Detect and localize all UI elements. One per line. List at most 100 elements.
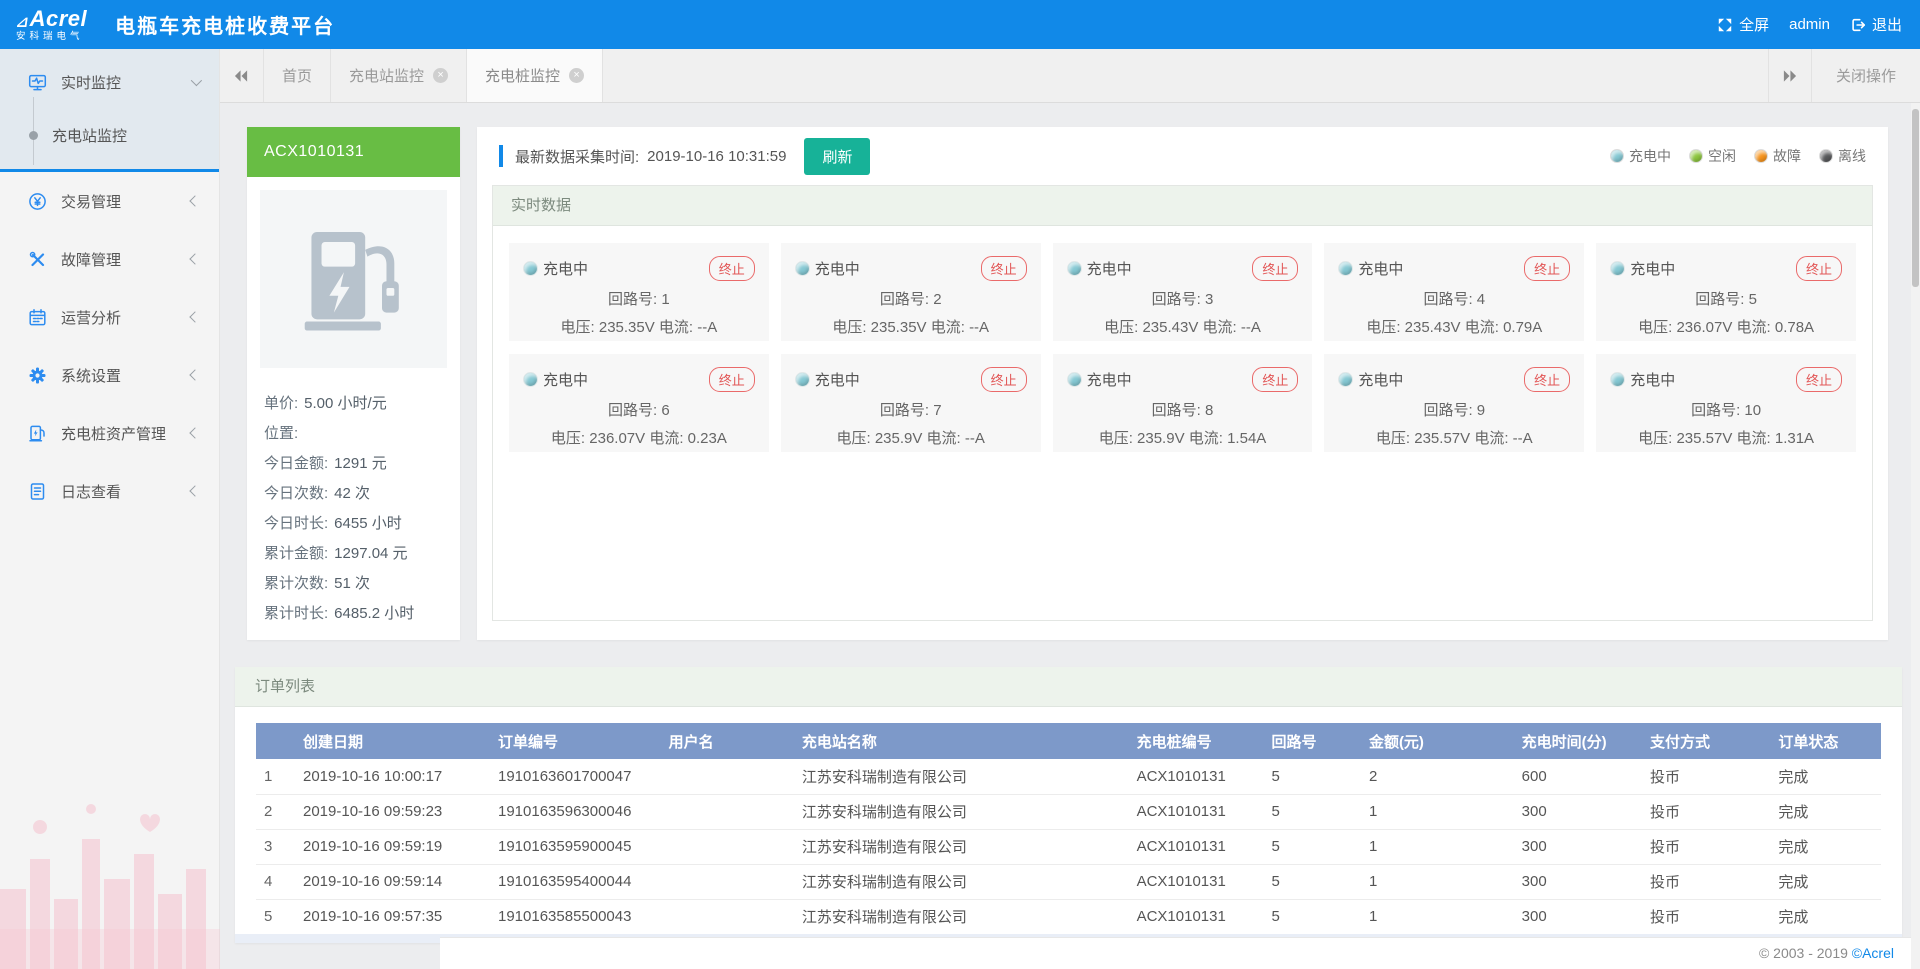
terminate-button[interactable]: 终止 bbox=[709, 256, 755, 281]
column-header: 充电站名称 bbox=[794, 723, 1129, 759]
acrel-logo: ⊿ Acrel 安科瑞电气 bbox=[16, 8, 87, 42]
tab-label: 首页 bbox=[282, 65, 312, 86]
app-root: ⊿ Acrel 安科瑞电气 电瓶车充电桩收费平台 全屏 admin bbox=[0, 0, 1920, 969]
tabs-scroll-left-button[interactable] bbox=[220, 49, 264, 102]
tab-close-icon[interactable]: × bbox=[569, 68, 584, 83]
blue-accent-bar bbox=[499, 145, 503, 167]
terminate-button[interactable]: 终止 bbox=[1252, 256, 1298, 281]
voltage-label: 电压: bbox=[1099, 430, 1133, 447]
voltage-label: 电压: bbox=[836, 430, 870, 447]
user-menu[interactable]: admin bbox=[1789, 16, 1830, 33]
circuit-status-label: 充电中 bbox=[543, 258, 588, 279]
refresh-button[interactable]: 刷新 bbox=[804, 138, 870, 175]
order-number: 1910163601700047 bbox=[490, 759, 661, 794]
legend-status-dot-icon bbox=[1754, 149, 1768, 163]
order-status: 完成 bbox=[1770, 794, 1881, 829]
order-status: 完成 bbox=[1770, 829, 1881, 864]
station-stats: 单价:5.00 小时/元 位置: 今日金额:1291 元 今日次数:42 次 bbox=[247, 381, 460, 629]
voltage-value: 235.35V bbox=[599, 319, 655, 336]
terminate-button[interactable]: 终止 bbox=[981, 256, 1027, 281]
stat-label: 位置: bbox=[264, 425, 298, 442]
orders-panel: 订单列表 创建日期 订单编号 用户名 充电站名称 充电桩编号 回路号 bbox=[235, 667, 1902, 943]
order-station-name: 江苏安科瑞制造有限公司 bbox=[794, 829, 1129, 864]
order-number: 1910163596300046 bbox=[490, 794, 661, 829]
column-header: 支付方式 bbox=[1642, 723, 1770, 759]
vertical-scrollbar[interactable] bbox=[1911, 103, 1920, 969]
tab-station-monitor[interactable]: 充电站监控 × bbox=[331, 49, 467, 102]
scrollbar-thumb[interactable] bbox=[1912, 109, 1919, 287]
voltage-value: 235.57V bbox=[1676, 430, 1732, 447]
circuit-number-label: 回路号: bbox=[1691, 402, 1740, 419]
circuit-number-value: 7 bbox=[933, 402, 941, 419]
tabs-scroll-right-button[interactable] bbox=[1768, 49, 1812, 102]
sidebar-item-analytics[interactable]: 运营分析 bbox=[0, 288, 219, 346]
sidebar-item-transactions[interactable]: 交易管理 bbox=[0, 172, 219, 230]
close-operations-button[interactable]: 关闭操作 bbox=[1812, 49, 1920, 102]
order-row[interactable]: 2 2019-10-16 09:59:23 1910163596300046 江… bbox=[256, 794, 1881, 829]
tab-close-icon[interactable]: × bbox=[433, 68, 448, 83]
current-label: 电流: bbox=[927, 430, 961, 447]
sidebar-item-logs[interactable]: 日志查看 bbox=[0, 462, 219, 520]
circuit-number-value: 1 bbox=[661, 291, 669, 308]
stat-label: 单价: bbox=[264, 395, 298, 412]
double-right-arrow-icon bbox=[1782, 69, 1797, 83]
logout-button[interactable]: 退出 bbox=[1850, 14, 1902, 35]
copyright-text: © 2003 - 2019 bbox=[1759, 945, 1848, 961]
current-label: 电流: bbox=[659, 319, 693, 336]
logout-label: 退出 bbox=[1872, 14, 1902, 35]
sidebar-item-pile-assets[interactable]: 充电桩资产管理 bbox=[0, 404, 219, 462]
order-circuit-number: 5 bbox=[1263, 864, 1360, 899]
terminate-button[interactable]: 终止 bbox=[1524, 256, 1570, 281]
terminate-button[interactable]: 终止 bbox=[1252, 367, 1298, 392]
terminate-button[interactable]: 终止 bbox=[1796, 256, 1842, 281]
current-label: 电流: bbox=[1737, 430, 1771, 447]
order-row[interactable]: 4 2019-10-16 09:59:14 1910163595400044 江… bbox=[256, 864, 1881, 899]
current-value: 0.23A bbox=[688, 430, 727, 447]
order-payment-method: 投币 bbox=[1642, 829, 1770, 864]
circuit-number-value: 10 bbox=[1744, 402, 1761, 419]
order-created-at: 2019-10-16 10:00:17 bbox=[295, 759, 490, 794]
orders-header-row: 创建日期 订单编号 用户名 充电站名称 充电桩编号 回路号 金额(元) 充电时间… bbox=[256, 723, 1881, 759]
circuit-number-value: 6 bbox=[661, 402, 669, 419]
tab-home[interactable]: 首页 bbox=[264, 49, 331, 102]
charging-status-dot-icon bbox=[1610, 261, 1625, 276]
voltage-label: 电压: bbox=[551, 430, 585, 447]
voltage-label: 电压: bbox=[832, 319, 866, 336]
order-circuit-number: 5 bbox=[1263, 829, 1360, 864]
sidebar-item-label: 运营分析 bbox=[61, 307, 121, 328]
stat-value: 1291 元 bbox=[334, 455, 387, 472]
order-row[interactable]: 5 2019-10-16 09:57:35 1910163585500043 江… bbox=[256, 899, 1881, 934]
order-status: 完成 bbox=[1770, 899, 1881, 934]
terminate-button[interactable]: 终止 bbox=[981, 367, 1027, 392]
legend-item: 故障 bbox=[1754, 146, 1801, 166]
charging-pile-icon bbox=[28, 424, 47, 443]
order-row[interactable]: 1 2019-10-16 10:00:17 1910163601700047 江… bbox=[256, 759, 1881, 794]
stat-value: 1297.04 元 bbox=[334, 545, 407, 562]
circuit-measurements-line: 电压: 235.43V 电流: --A bbox=[1067, 316, 1299, 337]
terminate-button[interactable]: 终止 bbox=[1524, 367, 1570, 392]
stat-label: 今日时长: bbox=[264, 515, 328, 532]
terminate-button[interactable]: 终止 bbox=[709, 367, 755, 392]
charging-status-dot-icon bbox=[523, 372, 538, 387]
circuit-status-label: 充电中 bbox=[1358, 369, 1403, 390]
top-header: ⊿ Acrel 安科瑞电气 电瓶车充电桩收费平台 全屏 admin bbox=[0, 0, 1920, 49]
circuit-status-label: 充电中 bbox=[1630, 369, 1675, 390]
realtime-data-panel: 实时数据 充电中 终止 回路号: 1 bbox=[492, 185, 1873, 621]
circuit-measurements-line: 电压: 235.35V 电流: --A bbox=[795, 316, 1027, 337]
charging-status-dot-icon bbox=[1610, 372, 1625, 387]
order-amount: 1 bbox=[1361, 899, 1514, 934]
circuit-number-value: 4 bbox=[1477, 291, 1485, 308]
sidebar-item-settings[interactable]: 系统设置 bbox=[0, 346, 219, 404]
tab-pile-monitor[interactable]: 充电桩监控 × bbox=[467, 49, 603, 102]
sidebar-item-station-monitor[interactable]: 充电站监控 bbox=[0, 109, 219, 161]
order-row[interactable]: 3 2019-10-16 09:59:19 1910163595900045 江… bbox=[256, 829, 1881, 864]
legend-item: 充电中 bbox=[1610, 146, 1671, 166]
terminate-button[interactable]: 终止 bbox=[1796, 367, 1842, 392]
circuit-number-label: 回路号: bbox=[880, 291, 929, 308]
footer-brand-link[interactable]: ©Acrel bbox=[1852, 945, 1894, 961]
circuit-number-value: 8 bbox=[1205, 402, 1213, 419]
current-label: 电流: bbox=[1203, 319, 1237, 336]
fullscreen-button[interactable]: 全屏 bbox=[1717, 14, 1769, 35]
circuit-number-label: 回路号: bbox=[1423, 291, 1472, 308]
sidebar-item-faults[interactable]: 故障管理 bbox=[0, 230, 219, 288]
